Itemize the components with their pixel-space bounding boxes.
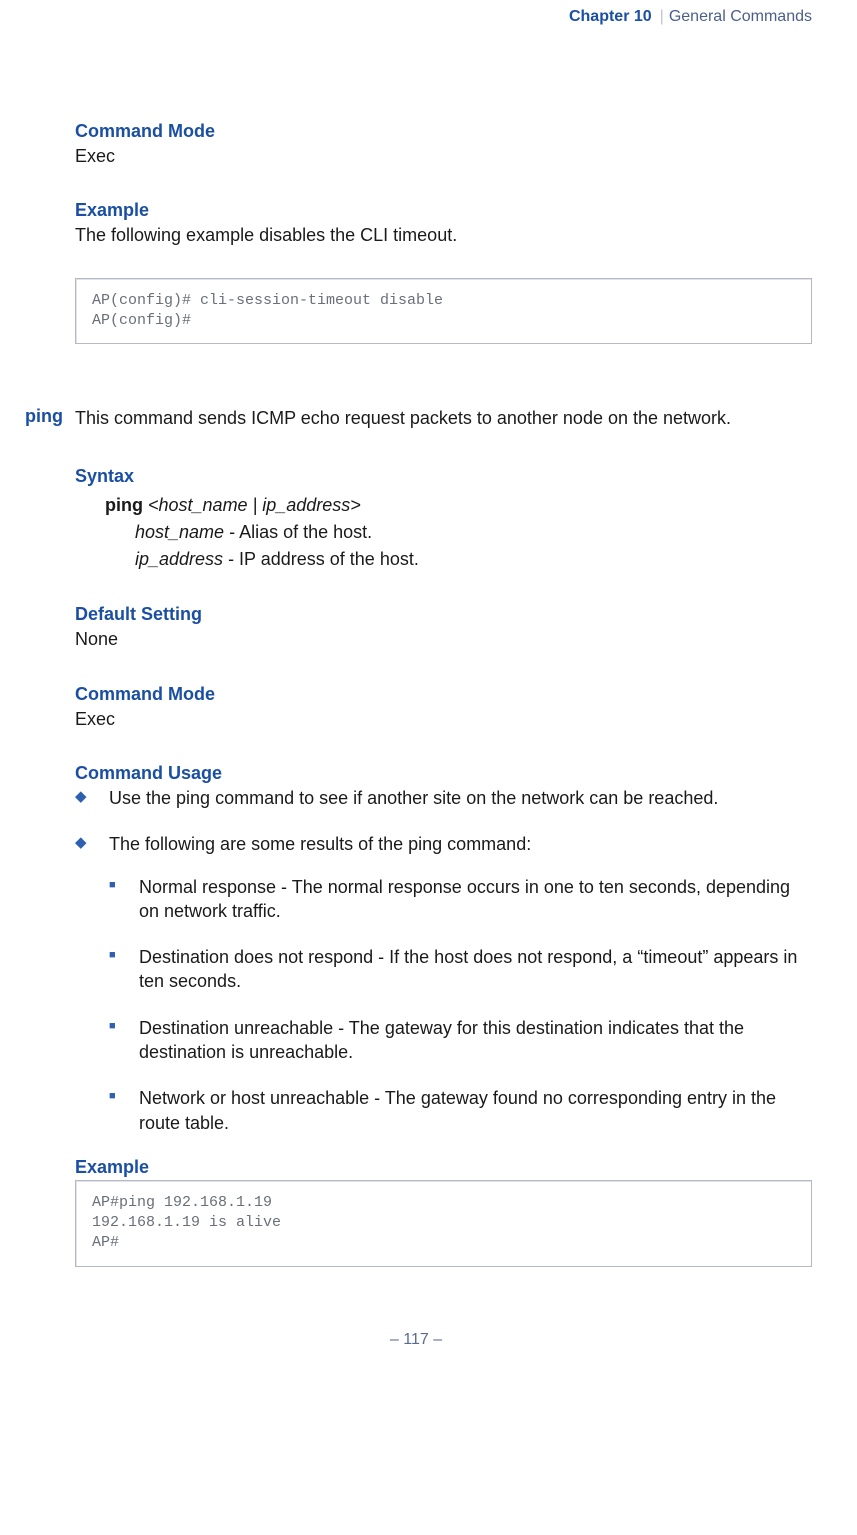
usage-sub-item: Destination does not respond - If the ho… [109, 945, 812, 994]
command-name-ping: ping [25, 406, 63, 426]
page-number: – 117 – [20, 1331, 812, 1349]
command-mode-heading-ping: Command Mode [75, 684, 812, 705]
syntax-line: ping <host_name | ip_address> [105, 495, 812, 516]
usage-sub-item: Normal response - The normal response oc… [109, 875, 812, 924]
usage-list: Use the ping command to see if another s… [75, 786, 812, 1135]
syntax-heading: Syntax [75, 466, 812, 487]
param-term-hostname: host_name [135, 522, 224, 542]
example-heading: Example [75, 200, 812, 221]
code-example-cli-timeout: AP(config)# cli-session-timeout disable … [75, 278, 812, 345]
chapter-title: General Commands [669, 8, 812, 26]
usage-item: Use the ping command to see if another s… [75, 786, 812, 810]
code-example-ping: AP#ping 192.168.1.19 192.168.1.19 is ali… [75, 1180, 812, 1267]
page-header: Chapter 10 | General Commands [20, 0, 812, 26]
ping-example-heading: Example [75, 1157, 812, 1178]
page: Chapter 10 | General Commands Command Mo… [0, 0, 857, 1535]
usage-sub-item: Network or host unreachable - The gatewa… [109, 1086, 812, 1135]
usage-sub-list: Normal response - The normal response oc… [109, 875, 812, 1135]
content-area: Command Mode Exec Example The following … [20, 26, 812, 1349]
command-mode-value-ping: Exec [75, 707, 812, 731]
usage-sub-item: Destination unreachable - The gateway fo… [109, 1016, 812, 1065]
param-desc-ip: - IP address of the host. [223, 549, 419, 569]
ping-description: This command sends ICMP echo request pac… [75, 406, 812, 430]
example-intro: The following example disables the CLI t… [75, 223, 812, 247]
usage-item: The following are some results of the pi… [75, 832, 812, 1135]
chapter-separator: | [660, 8, 664, 26]
chapter-label: Chapter 10 [569, 8, 652, 26]
command-mode-heading: Command Mode [75, 121, 812, 142]
command-mode-value: Exec [75, 144, 812, 168]
param-term-ip: ip_address [135, 549, 223, 569]
default-setting-heading: Default Setting [75, 604, 812, 625]
syntax-command: ping [105, 495, 143, 515]
syntax-param-hostname: host_name - Alias of the host. [135, 522, 812, 543]
syntax-param-ip: ip_address - IP address of the host. [135, 549, 812, 570]
default-setting-value: None [75, 627, 812, 651]
command-usage-heading: Command Usage [75, 763, 812, 784]
syntax-args: <host_name | ip_address> [143, 495, 361, 515]
usage-item-text: The following are some results of the pi… [109, 834, 531, 854]
param-desc-hostname: - Alias of the host. [224, 522, 372, 542]
